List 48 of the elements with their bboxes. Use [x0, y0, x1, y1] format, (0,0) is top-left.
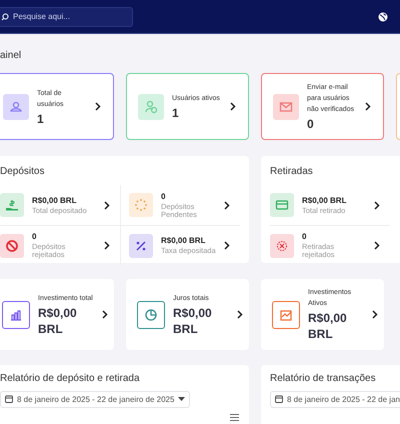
report-title: Relatório de depósito e retirada: [0, 373, 141, 384]
panel-title: Retiradas: [270, 166, 314, 177]
chevron-right-icon[interactable]: [237, 310, 243, 319]
ban-icon: [6, 240, 18, 252]
pie-chart-icon: [145, 308, 157, 320]
chevron-right-icon[interactable]: [230, 102, 236, 111]
stat-value: 0: [161, 192, 166, 200]
stat-value: R$0,00 BRL: [32, 196, 78, 204]
x-circle-icon: [277, 240, 287, 250]
date-range-picker[interactable]: 8 de janeiro de 2025 - 22 de janeiro de 2025: [0, 390, 190, 408]
globe-icon[interactable]: [378, 12, 388, 22]
growth-chart-icon: [280, 310, 292, 320]
report-title: Relatório de transações: [270, 373, 377, 384]
page-title: ainel: [0, 50, 22, 61]
chevron-right-icon[interactable]: [374, 241, 380, 250]
caret-icon: [178, 397, 186, 401]
search-field[interactable]: Pesquise aqui...: [0, 6, 133, 26]
chevron-right-icon[interactable]: [224, 241, 230, 250]
spinner-icon: [135, 199, 147, 211]
card-icon: [276, 200, 288, 210]
investment-value: R$0,00 BRL: [173, 304, 213, 336]
stat-value: 1: [37, 112, 45, 126]
investment-value: R$0,00 BRL: [38, 304, 78, 336]
percent-icon: [136, 241, 146, 250]
calendar-icon: [5, 395, 13, 403]
stat-value: R$0,00 BRL: [161, 236, 206, 245]
chevron-right-icon[interactable]: [224, 200, 230, 210]
stat-value: 1: [172, 106, 180, 120]
chevron-right-icon[interactable]: [95, 102, 101, 111]
bar-chart-icon: [10, 310, 22, 320]
chevron-right-icon[interactable]: [365, 102, 371, 111]
investment-value: R$0,00 BRL: [308, 310, 348, 342]
calendar-icon: [275, 395, 283, 403]
envelope-icon: [280, 102, 292, 112]
stat-value: 0: [32, 232, 38, 241]
user-check-icon: [145, 100, 158, 113]
stat-value: 0: [302, 232, 308, 241]
chevron-right-icon[interactable]: [102, 310, 108, 319]
panel-title: Depósitos: [0, 166, 46, 177]
date-range-picker[interactable]: 8 de janeiro de 2025 - 22 de jan: [270, 390, 400, 408]
chevron-right-icon[interactable]: [104, 241, 110, 250]
chevron-right-icon[interactable]: [104, 200, 110, 210]
stat-value: 0: [307, 117, 315, 131]
menu-icon[interactable]: [230, 414, 239, 421]
chevron-right-icon[interactable]: [372, 310, 378, 319]
chevron-right-icon[interactable]: [374, 200, 380, 210]
search-icon: [1, 12, 9, 20]
stat-value: R$0,00 BRL: [302, 196, 348, 204]
